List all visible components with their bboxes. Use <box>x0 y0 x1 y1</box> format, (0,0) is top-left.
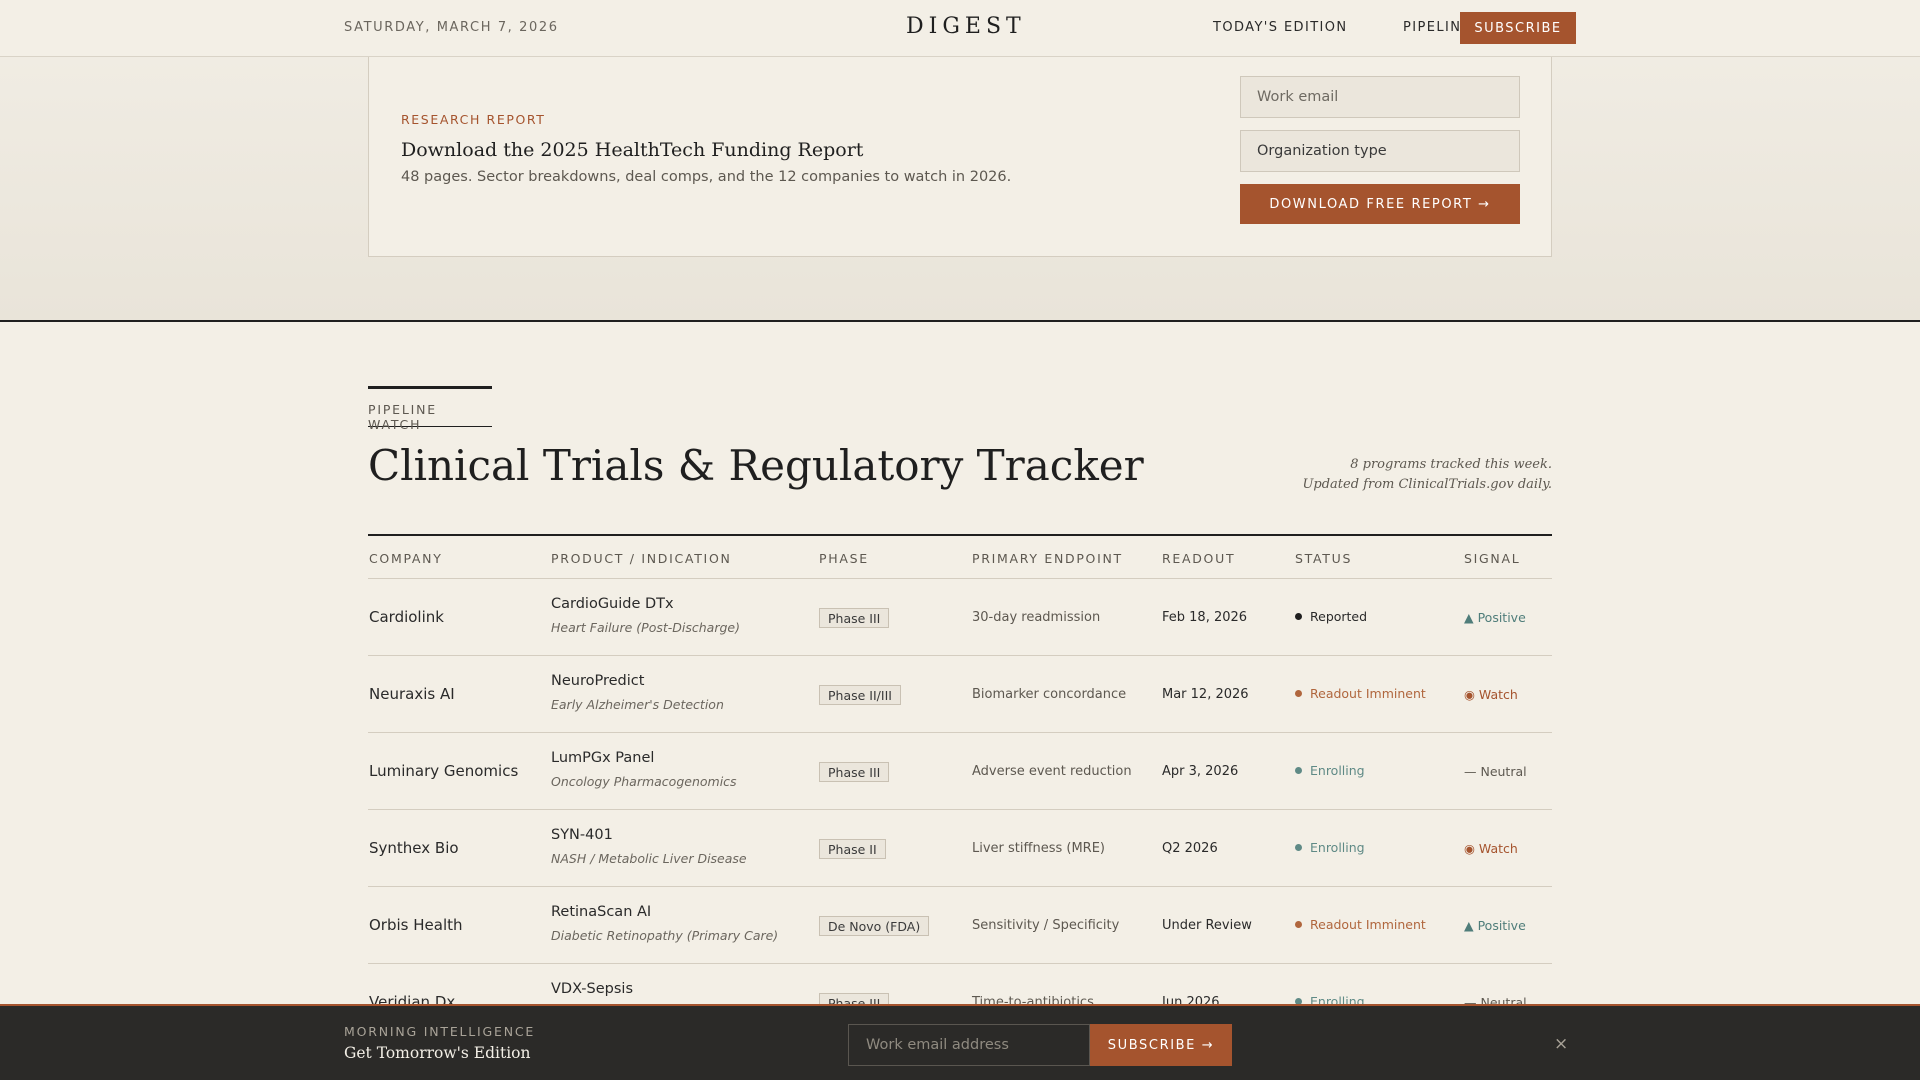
top-navigation-bar: SATURDAY, MARCH 7, 2026 DIGEST TODAY'S E… <box>0 0 1920 57</box>
signal-indicator: ◉ Watch <box>1464 687 1518 702</box>
phase-badge: De Novo (FDA) <box>819 916 930 936</box>
edition-date: SATURDAY, MARCH 7, 2026 <box>344 20 559 35</box>
newsletter-bar: MORNING INTELLIGENCE Get Tomorrow's Edit… <box>0 1004 1920 1080</box>
cell-company: Luminary Genomics <box>369 762 519 780</box>
column-header-phase: PHASE <box>819 551 869 566</box>
table-row[interactable]: Orbis Health RetinaScan AI Diabetic Retino… <box>368 887 1552 964</box>
cell-endpoint: Biomarker concordance <box>972 687 1127 702</box>
site-logo[interactable]: DIGEST <box>906 14 1026 39</box>
cell-readout: Feb 18, 2026 <box>1162 610 1248 625</box>
cell-readout: Mar 12, 2026 <box>1162 687 1249 702</box>
status-label: Enrolling <box>1310 763 1365 778</box>
status-badge: Readout Imminent <box>1295 917 1426 932</box>
subscribe-button[interactable]: SUBSCRIBE <box>1460 12 1576 44</box>
phase-badge: Phase II <box>819 839 886 859</box>
cell-indication: Oncology Pharmacogenomics <box>551 774 737 789</box>
phase-badge: Phase III <box>819 762 890 782</box>
cell-indication: Heart Failure (Post-Discharge) <box>551 620 740 635</box>
column-header-status: STATUS <box>1295 551 1353 566</box>
newsletter-kicker: MORNING INTELLIGENCE <box>344 1024 536 1039</box>
column-header-signal: SIGNAL <box>1464 551 1521 566</box>
status-badge: Readout Imminent <box>1295 686 1426 701</box>
cell-endpoint: Adverse event reduction <box>972 764 1132 779</box>
table-row[interactable]: Luminary Genomics LumPGx Panel Oncology Ph… <box>368 733 1552 810</box>
status-label: Reported <box>1310 609 1368 624</box>
report-title: Download the 2025 HealthTech Funding Rep… <box>401 139 864 161</box>
tracker-meta: 8 programs tracked this week. Updated fr… <box>1302 455 1552 495</box>
cell-indication: Early Alzheimer's Detection <box>551 697 724 712</box>
status-dot-icon <box>1295 767 1302 774</box>
work-email-field[interactable]: Work email <box>1240 76 1520 118</box>
cell-readout: Apr 3, 2026 <box>1162 764 1239 779</box>
signal-indicator: ▲ Positive <box>1464 610 1526 625</box>
organization-type-select[interactable]: Organization type <box>1240 130 1520 172</box>
status-badge: Enrolling <box>1295 840 1365 855</box>
signal-indicator: ▲ Positive <box>1464 918 1526 933</box>
status-label: Readout Imminent <box>1310 686 1426 701</box>
table-row[interactable]: Cardiolink CardioGuide DTx Heart Failure (… <box>368 579 1552 656</box>
cell-readout: Q2 2026 <box>1162 841 1218 856</box>
table-header: COMPANY PRODUCT / INDICATION PHASE PRIMA… <box>368 536 1552 579</box>
cell-product: RetinaScan AI <box>551 904 652 920</box>
status-badge: Enrolling <box>1295 763 1365 778</box>
section-kicker: PIPELINE WATCH <box>368 386 492 432</box>
cell-product: CardioGuide DTx <box>551 596 674 612</box>
status-dot-icon <box>1295 690 1302 697</box>
column-header-readout: READOUT <box>1162 551 1236 566</box>
tracker-meta-count: 8 programs tracked this week. <box>1350 457 1552 472</box>
cell-indication: NASH / Metabolic Liver Disease <box>551 851 747 866</box>
status-dot-icon <box>1295 921 1302 928</box>
column-header-endpoint: PRIMARY ENDPOINT <box>972 551 1123 566</box>
table-row[interactable]: Synthex Bio SYN-401 NASH / Metabolic Liver… <box>368 810 1552 887</box>
report-promo-band: RESEARCH REPORT Download the 2025 Health… <box>0 57 1920 322</box>
close-icon[interactable]: × <box>1554 1034 1568 1054</box>
status-dot-icon <box>1295 844 1302 851</box>
column-header-product: PRODUCT / INDICATION <box>551 551 732 566</box>
cell-company: Orbis Health <box>369 916 463 934</box>
status-dot-icon <box>1295 613 1302 620</box>
cell-product: SYN-401 <box>551 827 613 843</box>
newsletter-email-input[interactable]: Work email address <box>848 1024 1090 1066</box>
cell-company: Cardiolink <box>369 608 444 626</box>
status-badge: Reported <box>1295 609 1367 624</box>
nav-todays-edition[interactable]: TODAY'S EDITION <box>1213 20 1348 35</box>
cell-endpoint: Sensitivity / Specificity <box>972 918 1120 933</box>
status-label: Readout Imminent <box>1310 917 1426 932</box>
cell-company: Neuraxis AI <box>369 685 455 703</box>
cell-indication: Diabetic Retinopathy (Primary Care) <box>551 928 779 943</box>
report-eyebrow: RESEARCH REPORT <box>401 112 546 127</box>
table-row[interactable]: Neuraxis AI NeuroPredict Early Alzheimer's… <box>368 656 1552 733</box>
cell-endpoint: 30-day readmission <box>972 610 1101 625</box>
signal-indicator: ◉ Watch <box>1464 841 1518 856</box>
newsletter-title: Get Tomorrow's Edition <box>344 1044 531 1062</box>
cell-readout: Under Review <box>1162 918 1252 933</box>
table-body: Cardiolink CardioGuide DTx Heart Failure (… <box>368 579 1552 1041</box>
cell-product: LumPGx Panel <box>551 750 655 766</box>
cell-endpoint: Liver stiffness (MRE) <box>972 841 1105 856</box>
tracker-meta-source: Updated from ClinicalTrials.gov daily. <box>1302 477 1552 492</box>
status-label: Enrolling <box>1310 840 1365 855</box>
cell-company: Synthex Bio <box>369 839 459 857</box>
phase-badge: Phase II/III <box>819 685 901 705</box>
newsletter-subscribe-button[interactable]: SUBSCRIBE → <box>1090 1024 1232 1066</box>
download-report-button[interactable]: DOWNLOAD FREE REPORT → <box>1240 184 1520 224</box>
phase-badge: Phase III <box>819 608 890 628</box>
tracker-table: COMPANY PRODUCT / INDICATION PHASE PRIMA… <box>368 534 1552 1041</box>
page-title: Clinical Trials & Regulatory Tracker <box>368 441 1144 490</box>
cell-product: VDX-Sepsis <box>551 981 633 997</box>
signal-indicator: — Neutral <box>1464 764 1527 779</box>
cell-product: NeuroPredict <box>551 673 645 689</box>
column-header-company: COMPANY <box>369 551 443 566</box>
report-description: 48 pages. Sector breakdowns, deal comps,… <box>401 169 1012 185</box>
report-card: RESEARCH REPORT Download the 2025 Health… <box>368 57 1552 257</box>
